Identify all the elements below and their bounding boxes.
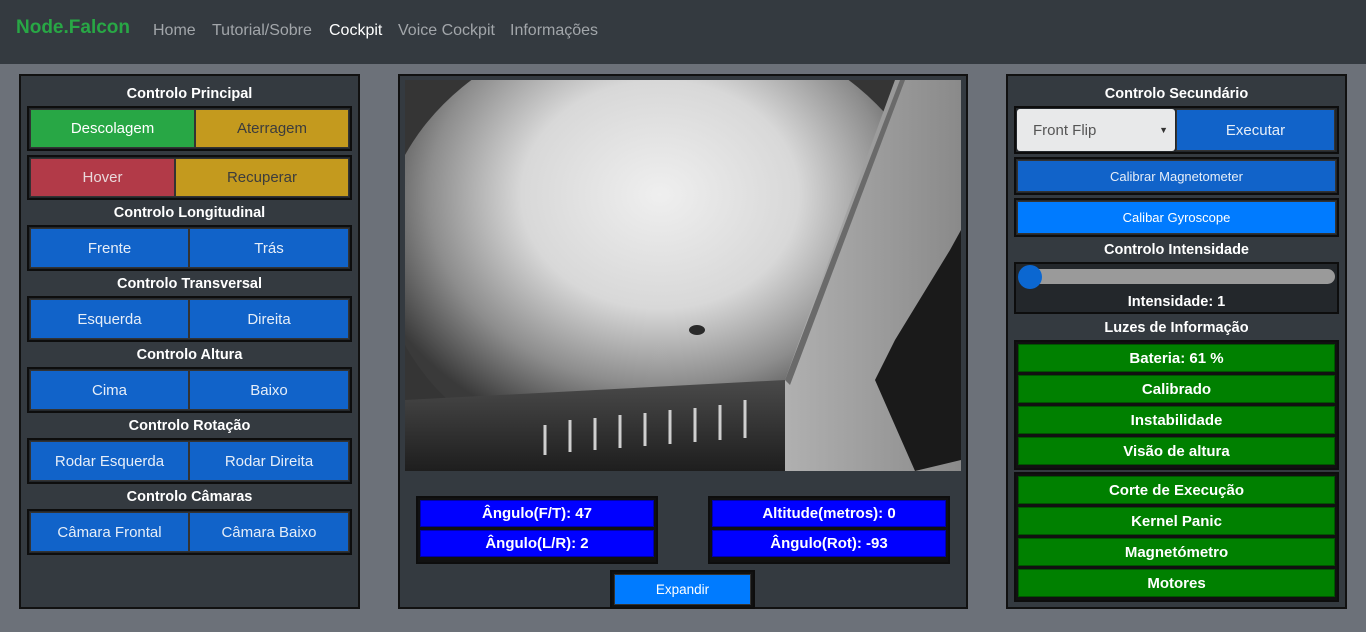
nav-tutorial[interactable]: Tutorial/Sobre xyxy=(212,22,312,40)
expand-wrapper: Expandir xyxy=(610,570,755,609)
nav-voice-cockpit[interactable]: Voice Cockpit xyxy=(398,22,495,40)
battery-light: Bateria: 61 % xyxy=(1018,344,1335,372)
height-vision-light: Visão de altura xyxy=(1018,437,1335,465)
takeoff-button[interactable]: Descolagem xyxy=(30,109,195,148)
camera-feed-image xyxy=(405,80,961,471)
altura-title: Controlo Altura xyxy=(136,347,243,363)
intensity-value-label: Intensidade: 1 xyxy=(1127,294,1226,310)
lights-group-b: Corte de Execução Kernel Panic Magnetóme… xyxy=(1014,472,1339,602)
intensity-slider-track[interactable] xyxy=(1019,269,1335,284)
lights-group-a: Bateria: 61 % Calibrado Instabilidade Vi… xyxy=(1014,340,1339,470)
nav-home[interactable]: Home xyxy=(153,22,196,40)
expand-button[interactable]: Expandir xyxy=(614,574,751,605)
calibrated-light: Calibrado xyxy=(1018,375,1335,403)
navbar: Node.Falcon Home Tutorial/Sobre Cockpit … xyxy=(0,0,1366,64)
land-button[interactable]: Aterragem xyxy=(195,109,349,148)
maneuver-select-value: Front Flip xyxy=(1033,121,1097,139)
principal-group-2: Hover Recuperar xyxy=(27,155,352,200)
right-control-panel: Controlo Secundário Front Flip ▼ Executa… xyxy=(1006,74,1347,609)
calib-mag-wrapper: Calibrar Magnetometer xyxy=(1014,157,1339,195)
rotate-left-button[interactable]: Rodar Esquerda xyxy=(30,441,189,481)
rotacao-group: Rodar Esquerda Rodar Direita xyxy=(27,438,352,484)
camaras-group: Câmara Frontal Câmara Baixo xyxy=(27,509,352,555)
bottom-camera-button[interactable]: Câmara Baixo xyxy=(189,512,349,552)
flip-group: Front Flip ▼ Executar xyxy=(1014,106,1339,154)
longitudinal-title: Controlo Longitudinal xyxy=(113,205,266,221)
intensity-slider-thumb[interactable] xyxy=(1018,265,1042,289)
left-button[interactable]: Esquerda xyxy=(30,299,189,339)
up-button[interactable]: Cima xyxy=(30,370,189,410)
transversal-group: Esquerda Direita xyxy=(27,296,352,342)
intensidade-title: Controlo Intensidade xyxy=(1104,242,1249,258)
hover-button[interactable]: Hover xyxy=(30,158,175,197)
calibrate-magnetometer-button[interactable]: Calibrar Magnetometer xyxy=(1017,160,1336,192)
left-control-panel: Controlo Principal Descolagem Aterragem … xyxy=(19,74,360,609)
intensity-group: Intensidade: 1 xyxy=(1014,262,1339,314)
camaras-title: Controlo Câmaras xyxy=(126,489,253,505)
altitude-info-box: Altitude(metros): 0 Ângulo(Rot): -93 xyxy=(708,496,950,564)
camera-feed xyxy=(405,80,961,471)
altura-group: Cima Baixo xyxy=(27,367,352,413)
front-button[interactable]: Frente xyxy=(30,228,189,268)
angle-rot-readout: Ângulo(Rot): -93 xyxy=(712,530,946,557)
execute-button[interactable]: Executar xyxy=(1176,109,1335,151)
luzes-title: Luzes de Informação xyxy=(1104,320,1249,336)
motors-light: Motores xyxy=(1018,569,1335,597)
secundario-title: Controlo Secundário xyxy=(1104,86,1249,102)
magnetometer-light: Magnetómetro xyxy=(1018,538,1335,566)
altitude-readout: Altitude(metros): 0 xyxy=(712,500,946,527)
angle-info-box: Ângulo(F/T): 47 Ângulo(L/R): 2 xyxy=(416,496,658,564)
instability-light: Instabilidade xyxy=(1018,406,1335,434)
cutoff-light: Corte de Execução xyxy=(1018,476,1335,504)
angle-ft-readout: Ângulo(F/T): 47 xyxy=(420,500,654,527)
brand-logo[interactable]: Node.Falcon xyxy=(16,17,130,39)
calib-gyro-wrapper: Calibar Gyroscope xyxy=(1014,198,1339,237)
angle-lr-readout: Ângulo(L/R): 2 xyxy=(420,530,654,557)
recover-button[interactable]: Recuperar xyxy=(175,158,349,197)
down-button[interactable]: Baixo xyxy=(189,370,349,410)
principal-title: Controlo Principal xyxy=(126,86,253,102)
nav-informacoes[interactable]: Informações xyxy=(510,22,598,40)
maneuver-select[interactable]: Front Flip ▼ xyxy=(1017,109,1175,151)
back-button[interactable]: Trás xyxy=(189,228,349,268)
rotate-right-button[interactable]: Rodar Direita xyxy=(189,441,349,481)
nav-cockpit[interactable]: Cockpit xyxy=(329,22,382,40)
chevron-down-icon: ▼ xyxy=(1159,125,1168,135)
principal-group-1: Descolagem Aterragem xyxy=(27,106,352,151)
front-camera-button[interactable]: Câmara Frontal xyxy=(30,512,189,552)
longitudinal-group: Frente Trás xyxy=(27,225,352,271)
transversal-title: Controlo Transversal xyxy=(116,276,263,292)
right-button[interactable]: Direita xyxy=(189,299,349,339)
calibrate-gyroscope-button[interactable]: Calibar Gyroscope xyxy=(1017,201,1336,234)
rotacao-title: Controlo Rotação xyxy=(128,418,251,434)
kernel-panic-light: Kernel Panic xyxy=(1018,507,1335,535)
